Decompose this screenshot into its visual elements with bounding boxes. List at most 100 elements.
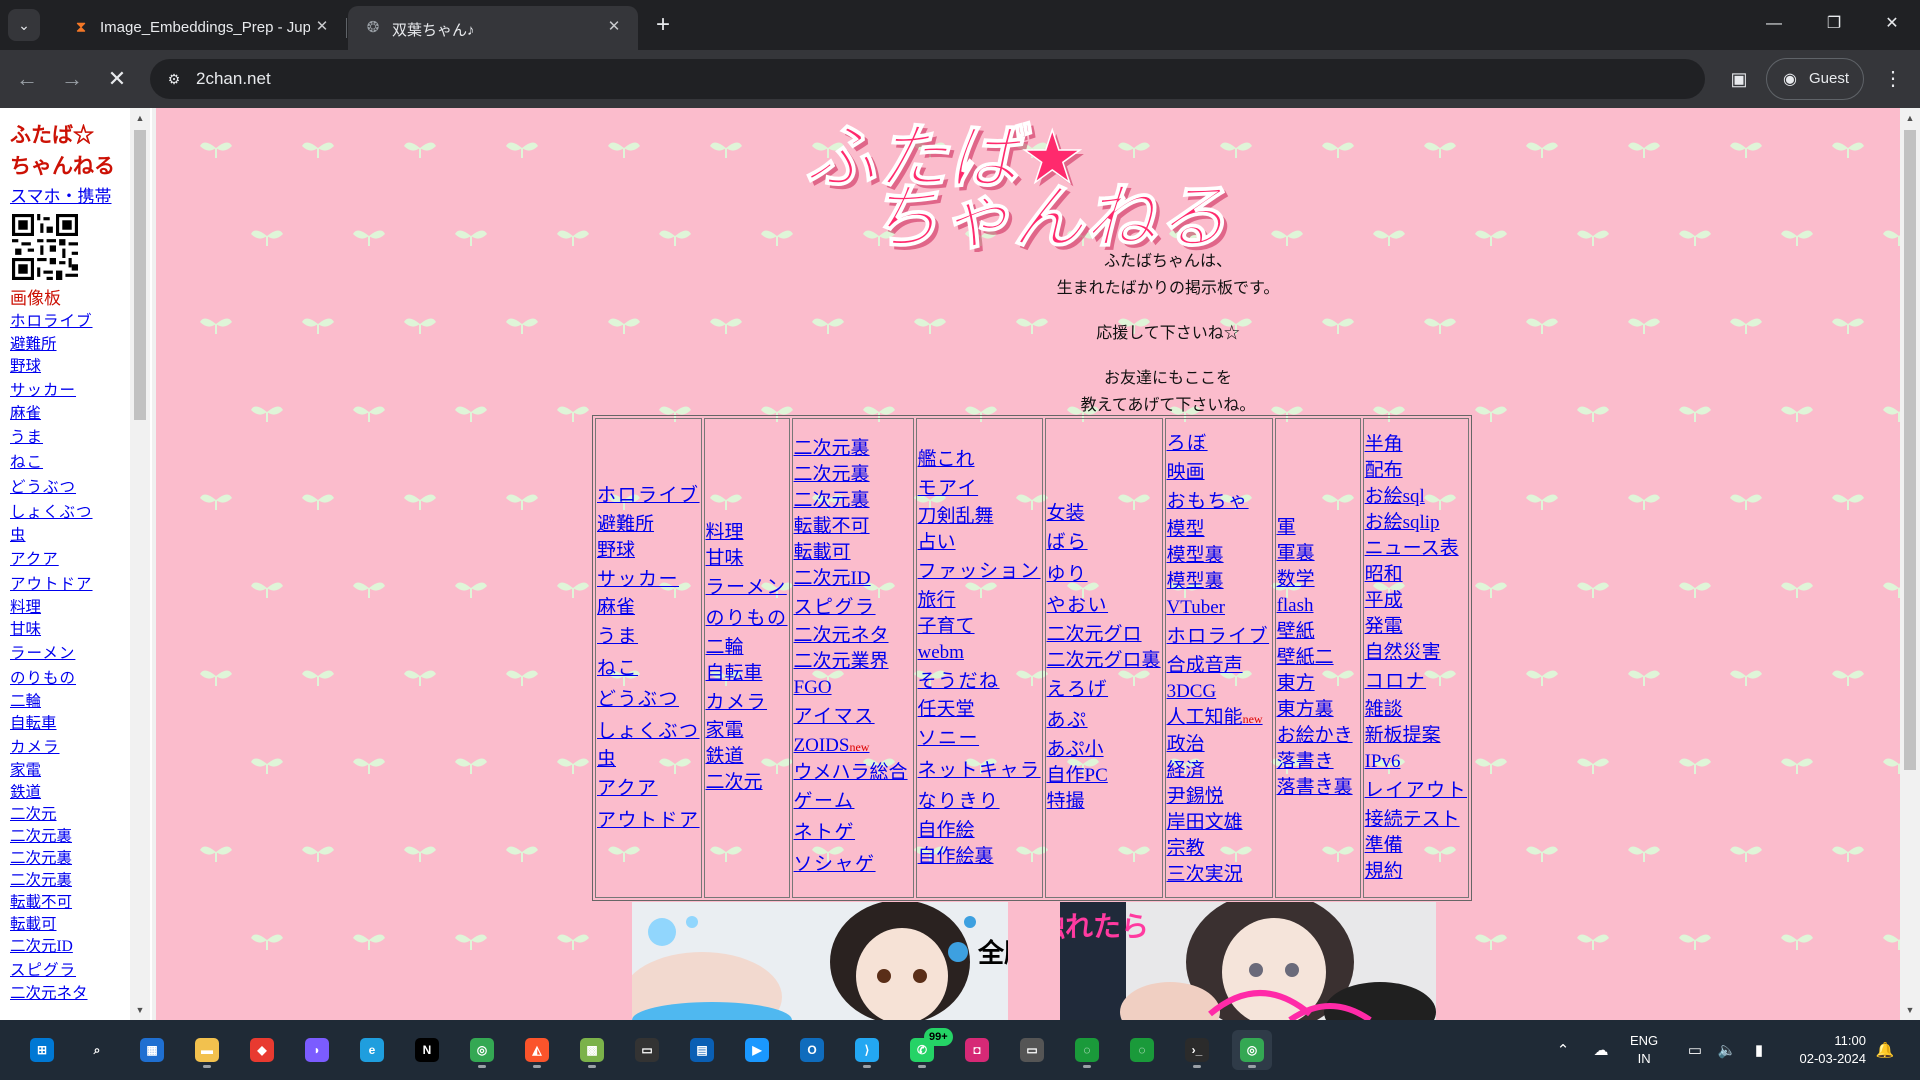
onedrive-cloud-icon[interactable]: ☁ <box>1590 1040 1612 1062</box>
board-link[interactable]: 岸田文雄 <box>1167 810 1271 836</box>
side-board-link[interactable]: どうぶつ <box>10 475 130 500</box>
board-link[interactable]: ファッション <box>918 556 1041 588</box>
board-link[interactable]: モアイ <box>918 473 1041 505</box>
board-link[interactable]: 鉄道 <box>706 744 788 770</box>
side-board-link[interactable]: うま <box>10 425 130 450</box>
ad-banner-1[interactable]: 全胸 <box>632 902 1008 1020</box>
board-link[interactable]: コロナ <box>1365 666 1468 698</box>
board-link[interactable]: 家電 <box>706 718 788 744</box>
board-link[interactable]: 模型裏 <box>1167 543 1271 569</box>
board-link[interactable]: 規約 <box>1365 859 1468 885</box>
stop-loading-icon[interactable]: ✕ <box>100 62 134 96</box>
show-hidden-icons-chevron-icon[interactable]: ⌃ <box>1552 1040 1574 1062</box>
whatsapp-icon[interactable]: ✆ 99+ <box>902 1028 953 1070</box>
volume-muted-icon[interactable]: 🔈 <box>1716 1040 1738 1062</box>
board-link[interactable]: 配布 <box>1365 458 1468 484</box>
input-language[interactable]: ENG IN <box>1630 1032 1658 1068</box>
board-link[interactable]: 料理 <box>706 520 788 546</box>
edge-icon[interactable]: e <box>352 1030 392 1070</box>
new-tab-plus-icon[interactable]: + <box>650 10 676 40</box>
board-link[interactable]: 宗教 <box>1167 836 1271 862</box>
board-link[interactable]: お絵かき <box>1277 723 1359 749</box>
board-link[interactable]: どうぶつ <box>597 684 700 716</box>
board-link[interactable]: VTuber <box>1167 595 1271 621</box>
store-icon[interactable]: ▦ <box>132 1030 172 1070</box>
board-link[interactable]: アイマス <box>794 701 912 733</box>
minecraft-icon[interactable]: ▩ <box>572 1030 612 1070</box>
board-link[interactable]: ホロライブ <box>597 480 700 512</box>
address-bar[interactable]: ⚙ 2chan.net <box>150 59 1705 99</box>
profile-button[interactable]: ◉ Guest <box>1766 58 1864 100</box>
chrome-icon[interactable]: ◎ <box>462 1030 502 1070</box>
office-icon[interactable]: ◆ <box>242 1030 282 1070</box>
ring-app2-icon[interactable]: ◌ <box>1122 1030 1162 1070</box>
board-link[interactable]: お絵sqlip <box>1365 510 1468 536</box>
board-link[interactable]: ニュース表 <box>1365 536 1468 562</box>
console-icon[interactable]: ▭ <box>1012 1030 1052 1070</box>
side-board-link[interactable]: 転載可 <box>10 914 130 936</box>
board-link[interactable]: 映画 <box>1167 460 1271 486</box>
board-link[interactable]: 準備 <box>1365 833 1468 859</box>
board-link[interactable]: カメラ <box>706 687 788 719</box>
board-link[interactable]: 雑談 <box>1365 697 1468 723</box>
board-link[interactable]: 特撮 <box>1047 789 1161 815</box>
side-board-link[interactable]: 鉄道 <box>10 782 130 804</box>
side-board-link[interactable]: 二次元裏 <box>10 870 130 892</box>
url-text[interactable]: 2chan.net <box>196 69 271 89</box>
board-link[interactable]: 3DCG <box>1167 679 1271 705</box>
board-link[interactable]: 自転車 <box>706 661 788 687</box>
side-board-link[interactable]: 二輪 <box>10 691 130 713</box>
board-link[interactable]: 経済 <box>1167 758 1271 784</box>
board-link[interactable]: なりきり <box>918 786 1041 818</box>
board-link[interactable]: ばら <box>1047 527 1161 559</box>
board-link[interactable]: ホロライブ <box>1167 621 1271 653</box>
board-link[interactable]: 転載可 <box>794 540 912 566</box>
side-board-link[interactable]: 野球 <box>10 356 130 378</box>
board-link[interactable]: 二次元ネタ <box>794 623 912 649</box>
board-link[interactable]: 子育て <box>918 614 1041 640</box>
restore-icon[interactable]: ❐ <box>1808 0 1860 48</box>
board-link[interactable]: 落書き <box>1277 749 1359 775</box>
board-link[interactable]: ネトゲ <box>794 817 912 849</box>
side-board-link[interactable]: ラーメン <box>10 641 130 666</box>
board-link[interactable]: ラーメン <box>706 572 788 604</box>
board-link[interactable]: 半角 <box>1365 432 1468 458</box>
vscode-server-icon[interactable]: ▤ <box>682 1030 722 1070</box>
board-link[interactable]: 壁紙二 <box>1277 645 1359 671</box>
board-link[interactable]: 二次元 <box>706 770 788 796</box>
board-link[interactable]: 東方 <box>1277 671 1359 697</box>
outlook-icon[interactable]: O <box>792 1030 832 1070</box>
side-board-link[interactable]: のりもの <box>10 666 130 691</box>
board-link[interactable]: サッカー <box>597 564 700 596</box>
side-board-link[interactable]: 二次元裏 <box>10 826 130 848</box>
board-link[interactable]: 接続テスト <box>1365 807 1468 833</box>
side-board-link[interactable]: 転載不可 <box>10 892 130 914</box>
board-link[interactable]: 野球 <box>597 538 700 564</box>
side-board-link[interactable]: 家電 <box>10 760 130 782</box>
side-board-link[interactable]: 避難所 <box>10 334 130 356</box>
side-board-link[interactable]: 二次元ID <box>10 936 130 958</box>
close-tab-icon[interactable]: ✕ <box>312 17 332 37</box>
board-link[interactable]: 壁紙 <box>1277 619 1359 645</box>
board-link[interactable]: 自作絵 <box>918 818 1041 844</box>
board-link[interactable]: 数学 <box>1277 567 1359 593</box>
board-link[interactable]: ZOIDSnew <box>794 733 912 760</box>
board-link[interactable]: ろぼ <box>1167 428 1271 460</box>
board-link[interactable]: 転載不可 <box>794 514 912 540</box>
board-link[interactable]: 合成音声 <box>1167 653 1271 679</box>
board-link[interactable]: お絵sql <box>1365 484 1468 510</box>
side-board-link[interactable]: 二次元ネタ <box>10 983 130 1005</box>
side-board-link[interactable]: しょくぶつ <box>10 500 130 525</box>
side-board-link[interactable]: アクア <box>10 547 130 572</box>
tab-jupyter[interactable]: ⧗ Image_Embeddings_Prep - Jupy ✕ <box>56 6 346 50</box>
board-link[interactable]: あぷ小 <box>1047 737 1161 763</box>
scroll-down-arrow-icon[interactable]: ▼ <box>132 1002 148 1018</box>
board-link[interactable]: 虫 <box>597 747 700 773</box>
board-link[interactable]: 二次元裏 <box>794 462 912 488</box>
main-scrollbar[interactable]: ▲ ▼ <box>1900 108 1920 1020</box>
board-link[interactable]: 避難所 <box>597 512 700 538</box>
board-link[interactable]: アクア <box>597 773 700 805</box>
main-scrollbar-thumb[interactable] <box>1904 130 1916 770</box>
tab-search-chevron-icon[interactable]: ⌄ <box>8 9 40 41</box>
board-link[interactable]: 発電 <box>1365 614 1468 640</box>
